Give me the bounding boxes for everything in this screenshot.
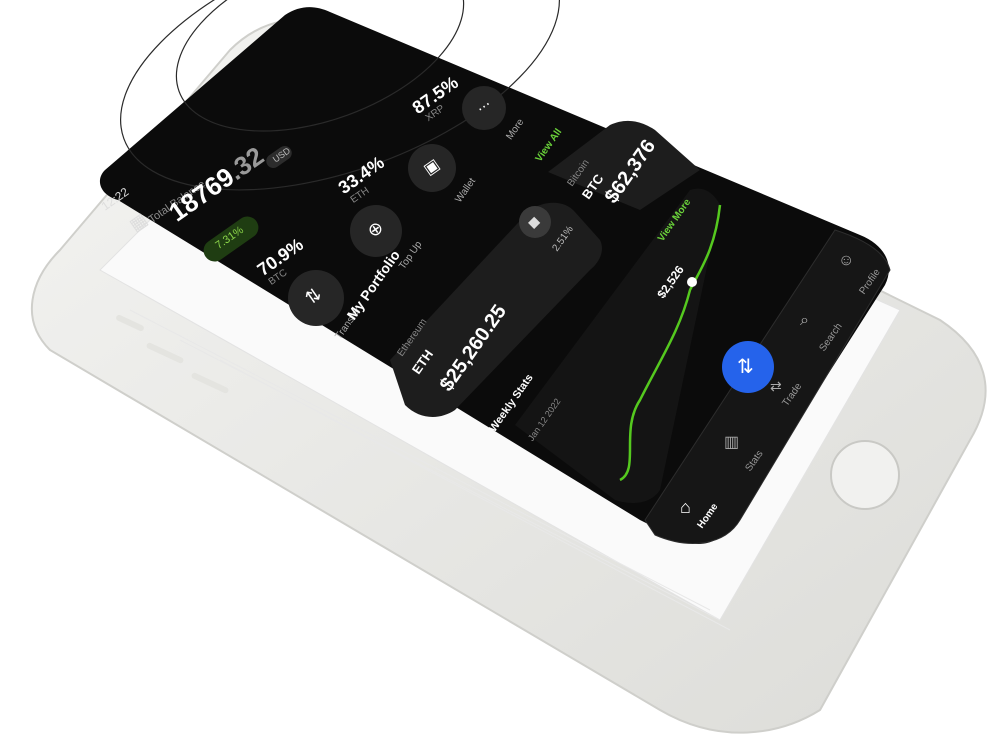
tab-trade[interactable]: Trade bbox=[780, 381, 804, 408]
portfolio-title: My Portfolio bbox=[343, 247, 403, 323]
tab-search[interactable]: Search bbox=[817, 321, 844, 353]
balance-change-badge: 7.31% bbox=[213, 224, 246, 252]
eth-card-symbol: ETH bbox=[408, 346, 437, 377]
plus-icon[interactable]: ⊕ bbox=[363, 217, 387, 243]
wallet-icon[interactable]: ▣ bbox=[420, 154, 444, 179]
trade-icon: ⇄ bbox=[770, 378, 782, 394]
eth-card-change: 2.51% bbox=[550, 224, 576, 254]
transfer-icon[interactable]: ⇅ bbox=[301, 284, 325, 310]
home-icon[interactable]: ⌂ bbox=[680, 497, 691, 518]
grid-menu-icon[interactable]: ▦ bbox=[126, 209, 152, 236]
stats-value: $2,526 bbox=[654, 262, 687, 302]
eth-card-value: $25,260.25 bbox=[435, 300, 512, 396]
weekly-stats-title: Weekly Stats bbox=[487, 372, 536, 435]
action-wallet-label[interactable]: Wallet bbox=[453, 176, 478, 205]
tab-profile[interactable]: Profile bbox=[857, 267, 882, 297]
tab-home[interactable]: Home bbox=[695, 502, 720, 531]
portfolio-view-all[interactable]: View All bbox=[534, 127, 565, 164]
balance-amount: 18769.32 bbox=[163, 141, 270, 229]
more-icon[interactable]: ⋯ bbox=[473, 96, 494, 118]
ethereum-coin-icon: ◆ bbox=[528, 214, 541, 231]
btc-card-value: $62,376 bbox=[600, 135, 661, 208]
stats-view-more[interactable]: View More bbox=[656, 197, 693, 244]
action-more-label[interactable]: More bbox=[504, 117, 526, 142]
profile-icon[interactable]: ☺ bbox=[838, 252, 854, 270]
trade-fab-button[interactable]: ⇅ bbox=[737, 354, 754, 379]
currency-pill[interactable]: USD bbox=[271, 145, 292, 164]
stats-icon[interactable]: ▥ bbox=[724, 432, 739, 452]
tab-stats[interactable]: Stats bbox=[743, 449, 765, 474]
stats-date: Jan 12 2022 bbox=[525, 396, 563, 443]
search-icon[interactable]: ⌕ bbox=[800, 312, 809, 330]
status-time: 12:22 bbox=[98, 184, 132, 214]
